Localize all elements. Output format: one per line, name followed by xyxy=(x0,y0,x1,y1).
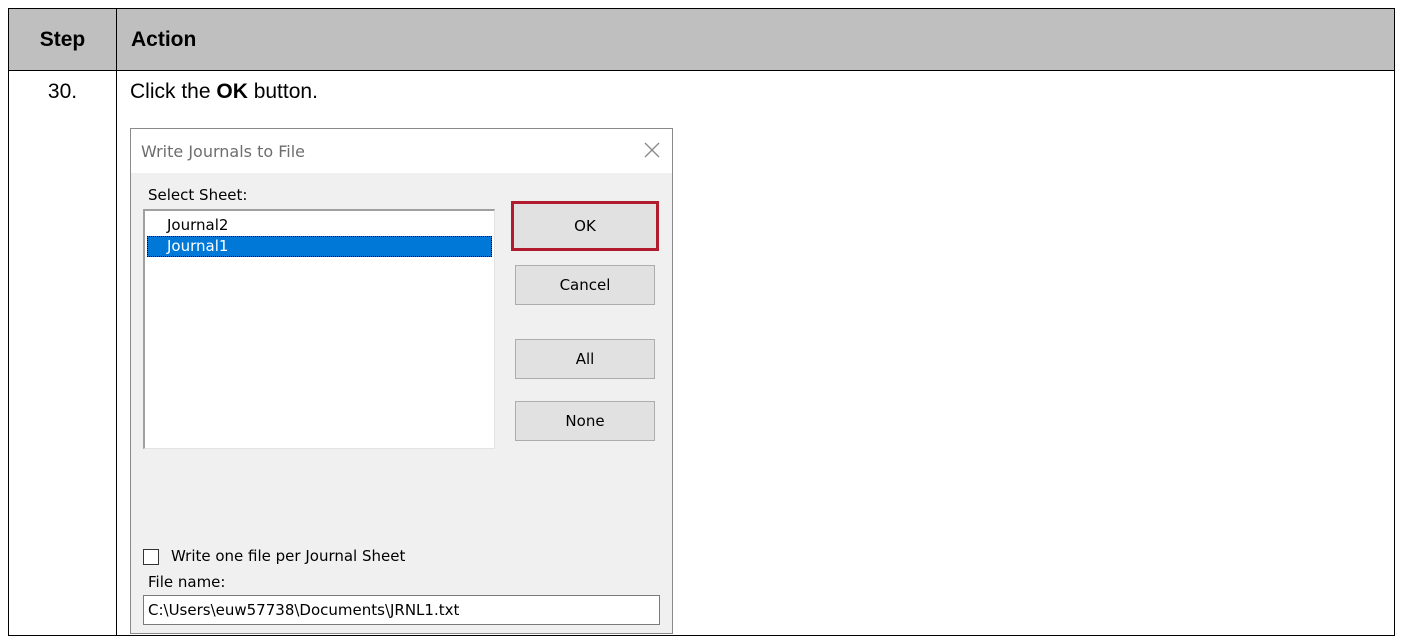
header-action: Action xyxy=(116,8,1395,71)
checkbox-label: Write one file per Journal Sheet xyxy=(171,547,406,565)
file-name-field[interactable]: C:\Users\euw57738\Documents\JRNL1.txt xyxy=(143,595,660,625)
instruction-bold: OK xyxy=(216,80,248,103)
dialog-title: Write Journals to File xyxy=(141,142,306,161)
sheet-listbox[interactable]: Journal2 Journal1 xyxy=(143,209,495,449)
write-journals-dialog: Write Journals to File Select Sheet: Jou… xyxy=(130,128,673,634)
ok-button[interactable]: OK xyxy=(511,201,659,251)
step-row: 30. Click the OK button. Write Journals … xyxy=(8,70,1395,636)
list-item-journal2[interactable]: Journal2 xyxy=(147,215,492,236)
cancel-button[interactable]: Cancel xyxy=(515,265,655,305)
header-step: Step xyxy=(8,8,117,71)
list-item-journal1[interactable]: Journal1 xyxy=(147,236,492,257)
select-sheet-label: Select Sheet: xyxy=(148,186,248,204)
header-row: Step Action xyxy=(8,8,1395,71)
instruction-text: Click the OK button. xyxy=(130,80,318,104)
instruction-suffix: button. xyxy=(247,80,318,103)
file-name-label: File name: xyxy=(148,573,226,591)
action-cell: Click the OK button. Write Journals to F… xyxy=(116,70,1395,636)
none-button[interactable]: None xyxy=(515,401,655,441)
instruction-table: Step Action 30. Click the OK button. Wri… xyxy=(8,8,1395,636)
one-file-per-sheet-checkbox[interactable] xyxy=(143,549,159,565)
close-icon[interactable] xyxy=(640,138,664,162)
all-button[interactable]: All xyxy=(515,339,655,379)
instruction-prefix: Click the xyxy=(130,80,217,103)
step-number: 30. xyxy=(8,70,117,636)
dialog-titlebar: Write Journals to File xyxy=(131,129,672,173)
